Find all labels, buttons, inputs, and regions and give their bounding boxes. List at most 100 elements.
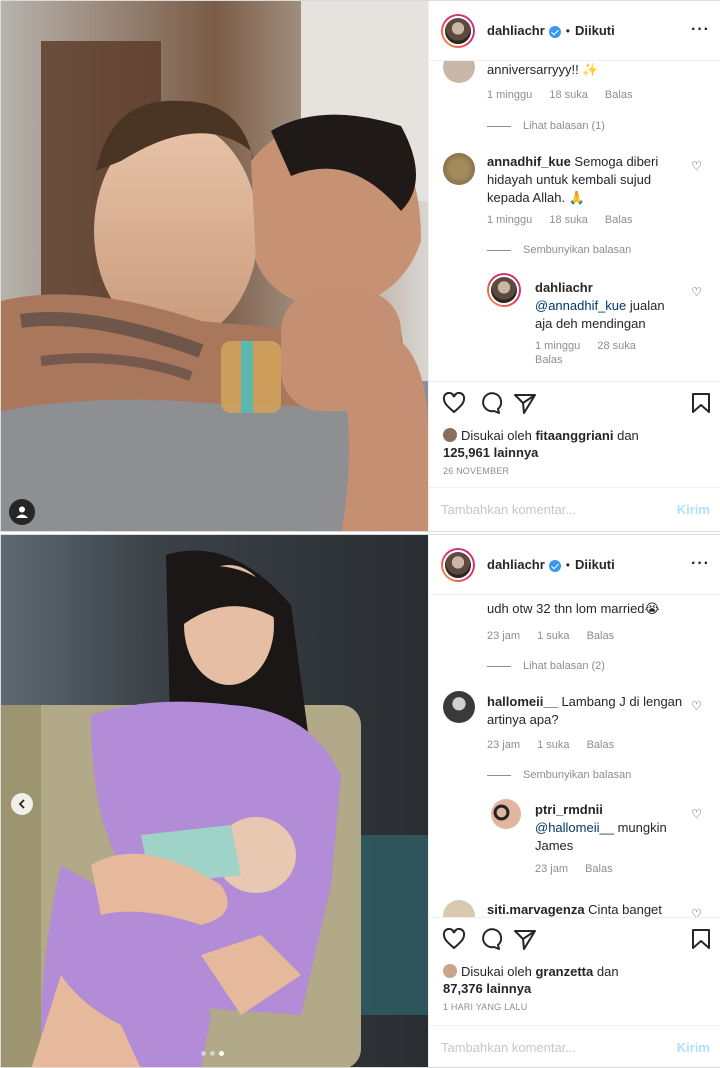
comment-like-heart-icon[interactable]: ♡ xyxy=(691,159,702,173)
comment-icon[interactable] xyxy=(478,928,502,950)
hide-replies-button[interactable]: Sembunyikan balasan xyxy=(487,244,631,256)
view-replies-button[interactable]: Lihat balasan (1) xyxy=(487,120,605,132)
likes-count[interactable]: 125,961 lainnya xyxy=(443,445,538,460)
heart-icon[interactable] xyxy=(442,928,466,950)
share-icon[interactable] xyxy=(513,928,537,950)
avatar[interactable] xyxy=(441,13,475,48)
instagram-post-2: dahliachr • Diikuti ··· udh otw 32 thn l… xyxy=(0,534,720,1068)
reply-mention[interactable]: @annadhif_kue xyxy=(535,298,626,313)
avatar[interactable] xyxy=(441,547,475,582)
comments-list[interactable]: udh otw 32 thn lom married😭 23 jam 1 suk… xyxy=(429,595,720,917)
comment-avatar[interactable] xyxy=(443,153,475,185)
view-replies-button[interactable]: Lihat balasan (2) xyxy=(487,660,605,672)
reply-button[interactable]: Balas xyxy=(535,354,563,366)
liker-avatar xyxy=(443,428,457,442)
reply-mention[interactable]: @hallomeii__ xyxy=(535,820,614,835)
comment-likes[interactable]: 18 suka xyxy=(549,89,588,101)
reply-button[interactable]: Balas xyxy=(605,214,633,226)
reply-button[interactable]: Balas xyxy=(587,739,615,751)
comments-list[interactable]: anniversarryyy!! ✨ 1 minggu 18 suka Bala… xyxy=(429,61,720,381)
post-sidebar: dahliachr • Diikuti ··· udh otw 32 thn l… xyxy=(428,535,720,1067)
user-tag-icon[interactable] xyxy=(9,499,35,525)
comment-meta: 1 minggu 18 suka Balas xyxy=(487,89,646,101)
reply-username[interactable]: ptri_rmdnii xyxy=(535,802,603,817)
reply-time: 1 minggu xyxy=(535,340,581,352)
comment-body: hallomeii__ Lambang J di lengan artinya … xyxy=(487,693,687,729)
add-comment-input[interactable]: Tambahkan komentar... xyxy=(441,1040,576,1055)
liker-username[interactable]: granzetta xyxy=(535,964,593,979)
bookmark-icon[interactable] xyxy=(691,392,711,414)
verified-icon xyxy=(548,559,561,572)
comment-time: 1 minggu xyxy=(487,214,533,226)
comment-time: 1 minggu xyxy=(487,89,533,101)
heart-icon[interactable] xyxy=(442,392,466,414)
comment-icon[interactable] xyxy=(478,392,502,414)
add-comment-bar: Tambahkan komentar... Kirim xyxy=(429,487,720,531)
more-icon[interactable]: ··· xyxy=(691,21,710,39)
likes-summary[interactable]: Disukai oleh fitaanggriani dan 125,961 l… xyxy=(443,427,639,461)
reply-avatar[interactable] xyxy=(491,799,521,829)
comment-time: 23 jam xyxy=(487,630,521,642)
comment-body: siti.marvagenza Cinta banget xyxy=(487,901,687,917)
likes-count[interactable]: 87,376 lainnya xyxy=(443,981,531,996)
reply-button[interactable]: Balas xyxy=(585,863,613,875)
post-photo[interactable] xyxy=(1,535,428,1067)
comment-text: udh otw 32 thn lom married😭 xyxy=(487,601,660,616)
reply-like-heart-icon[interactable]: ♡ xyxy=(691,807,702,821)
reply-likes[interactable]: 28 suka xyxy=(597,340,636,352)
reply-avatar[interactable] xyxy=(487,273,521,307)
comment-username[interactable]: annadhif_kue xyxy=(487,154,571,169)
reply-meta: 23 jam Balas xyxy=(535,863,627,875)
comment-avatar[interactable] xyxy=(443,691,475,723)
username[interactable]: dahliachr xyxy=(487,557,545,572)
likes-summary[interactable]: Disukai oleh granzetta dan 87,376 lainny… xyxy=(443,963,619,997)
post-header: dahliachr • Diikuti ··· xyxy=(429,535,720,595)
comment-username[interactable]: hallomeii__ xyxy=(487,694,558,709)
comment-text: anniversarryyy!! ✨ xyxy=(487,62,599,77)
comment-username[interactable]: siti.marvagenza xyxy=(487,902,585,917)
send-button[interactable]: Kirim xyxy=(677,502,710,517)
comment-avatar[interactable] xyxy=(443,900,475,917)
comment-likes[interactable]: 1 suka xyxy=(537,739,569,751)
separator-dot: • xyxy=(565,23,570,38)
reply-body: ptri_rmdnii @hallomeii__ mungkin James xyxy=(535,801,685,855)
couple-photo xyxy=(1,1,428,531)
share-icon[interactable] xyxy=(513,392,537,414)
post-date: 1 HARI YANG LALU xyxy=(443,1002,528,1012)
send-button[interactable]: Kirim xyxy=(677,1040,710,1055)
bookmark-icon[interactable] xyxy=(691,928,711,950)
reply-button[interactable]: Balas xyxy=(587,630,615,642)
add-comment-input[interactable]: Tambahkan komentar... xyxy=(441,502,576,517)
username[interactable]: dahliachr xyxy=(487,23,545,38)
comment-like-heart-icon[interactable]: ♡ xyxy=(691,907,702,917)
post-date: 26 NOVEMBER xyxy=(443,466,510,476)
comment-time: 23 jam xyxy=(487,739,521,751)
reply-like-heart-icon[interactable]: ♡ xyxy=(691,285,702,299)
prev-arrow-icon[interactable] xyxy=(11,793,33,815)
more-icon[interactable]: ··· xyxy=(691,555,710,573)
comment-meta: 23 jam 1 suka Balas xyxy=(487,739,628,751)
comment-avatar[interactable] xyxy=(443,61,475,83)
reply-username[interactable]: dahliachr xyxy=(535,280,593,295)
reply-meta: 1 minggu 28 suka Balas xyxy=(535,339,665,367)
mother-baby-photo xyxy=(1,535,428,1067)
comment-likes[interactable]: 1 suka xyxy=(537,630,569,642)
comment-like-heart-icon[interactable]: ♡ xyxy=(691,699,702,713)
post-actions: Disukai oleh granzetta dan 87,376 lainny… xyxy=(429,917,720,1023)
comment-likes[interactable]: 18 suka xyxy=(549,214,588,226)
verified-icon xyxy=(548,25,561,38)
post-photo[interactable] xyxy=(1,1,428,531)
comment-body: annadhif_kue Semoga diberi hidayah untuk… xyxy=(487,153,687,207)
liker-username[interactable]: fitaanggriani xyxy=(535,428,613,443)
post-header: dahliachr • Diikuti ··· xyxy=(429,1,720,61)
hide-replies-button[interactable]: Sembunyikan balasan xyxy=(487,769,631,781)
comment-meta: 23 jam 1 suka Balas xyxy=(487,630,628,642)
post-actions: Disukai oleh fitaanggriani dan 125,961 l… xyxy=(429,381,720,487)
instagram-post-1: dahliachr • Diikuti ··· anniversarryyy!!… xyxy=(0,0,720,532)
reply-button[interactable]: Balas xyxy=(605,89,633,101)
add-comment-bar: Tambahkan komentar... Kirim xyxy=(429,1025,720,1068)
carousel-dots xyxy=(201,1051,224,1056)
comment-meta: 1 minggu 18 suka Balas xyxy=(487,214,646,226)
follow-status[interactable]: Diikuti xyxy=(575,557,615,572)
follow-status[interactable]: Diikuti xyxy=(575,23,615,38)
